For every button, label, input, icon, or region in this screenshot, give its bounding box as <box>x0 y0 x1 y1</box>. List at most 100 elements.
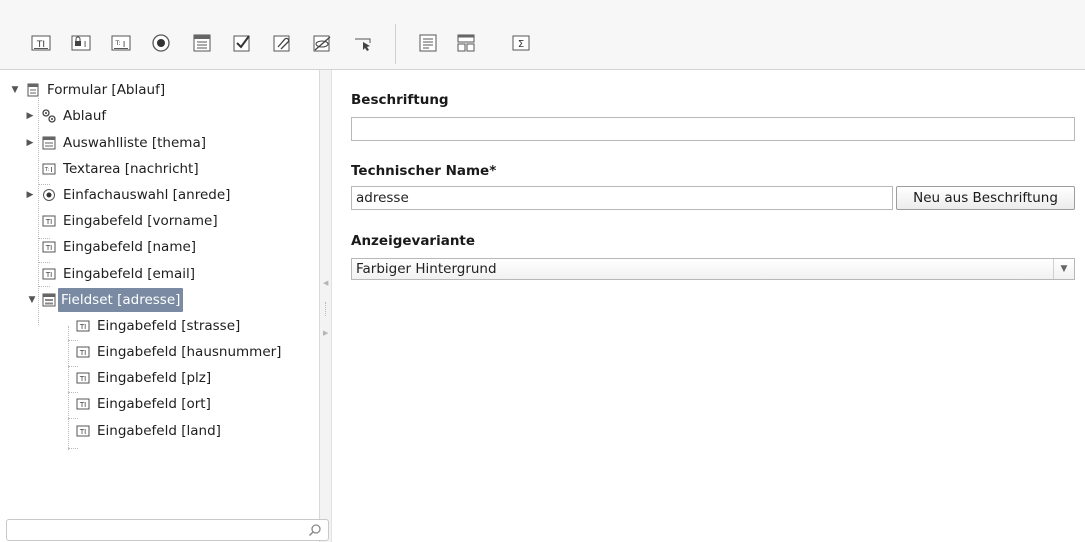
textarea-icon[interactable]: T: I <box>110 32 132 54</box>
expand-arrow-icon[interactable]: ▶ <box>25 131 35 155</box>
svg-text:TI: TI <box>45 244 52 252</box>
panel-splitter[interactable]: ◀ ▶ <box>320 70 332 542</box>
tree-item[interactable]: Eingabefeld [strasse] <box>94 314 243 338</box>
tree-item[interactable]: Eingabefeld [email] <box>60 262 198 286</box>
neu-aus-beschriftung-button[interactable]: Neu aus Beschriftung <box>896 186 1075 210</box>
textfield-icon: TI <box>76 397 90 411</box>
technischer-name-label: Technischer Name* <box>351 163 497 179</box>
radio-button-icon[interactable] <box>150 32 172 54</box>
svg-text:T:: T: <box>114 40 120 47</box>
tree-item-label: Eingabefeld [ort] <box>97 396 211 412</box>
tree-item[interactable]: Eingabefeld [plz] <box>94 366 214 390</box>
properties-panel: Beschriftung Technischer Name* adresse N… <box>333 70 1085 542</box>
tree-panel: ▼ Formular [Ablauf] ▶ Ablauf ▶ Auswahlli… <box>0 70 320 542</box>
collapse-right-icon[interactable]: ▶ <box>323 330 328 337</box>
tree-item-label: Auswahlliste [thema] <box>63 135 206 151</box>
svg-text:I: I <box>84 40 86 49</box>
svg-text:TI: TI <box>79 375 86 383</box>
svg-text:TI: TI <box>79 349 86 357</box>
search-icon[interactable] <box>308 523 322 537</box>
svg-text:I: I <box>123 40 125 49</box>
select-list-icon <box>42 136 56 150</box>
form-icon <box>26 83 40 97</box>
anzeigevariante-select[interactable]: Farbiger Hintergrund ▼ <box>351 258 1075 280</box>
workflow-icon <box>42 109 56 123</box>
tree-connector <box>68 448 78 449</box>
tree-item[interactable]: Eingabefeld [hausnummer] <box>94 340 284 364</box>
tree-item[interactable]: Formular [Ablauf] <box>44 78 168 102</box>
collapse-arrow-icon[interactable]: ▼ <box>27 288 37 312</box>
anzeigevariante-value: Farbiger Hintergrund <box>356 261 497 277</box>
password-field-icon[interactable]: I <box>70 32 92 54</box>
textfield-icon: TI <box>76 424 90 438</box>
svg-text:TI: TI <box>45 218 52 226</box>
tree-item[interactable]: Ablauf <box>60 104 109 128</box>
textfield-icon: TI <box>42 267 56 281</box>
textarea-icon: T: I <box>42 162 56 176</box>
tree-search-input[interactable] <box>6 519 329 541</box>
tree-connector <box>68 340 78 341</box>
collapse-arrow-icon[interactable]: ▼ <box>10 78 20 102</box>
attachment-icon[interactable] <box>271 32 293 54</box>
tree-item[interactable]: Eingabefeld [vorname] <box>60 209 221 233</box>
tree-item-selected[interactable]: Fieldset [adresse] <box>58 288 184 312</box>
beschriftung-label: Beschriftung <box>351 92 449 108</box>
tree-item-label: Ablauf <box>63 108 107 124</box>
tree-item-label: Eingabefeld [name] <box>63 239 197 255</box>
tree-connector <box>38 98 39 325</box>
fieldset-icon[interactable] <box>455 32 477 54</box>
tree-connector <box>68 366 78 367</box>
tree-item-label: Textarea [nachricht] <box>63 161 199 177</box>
splitter-grip[interactable] <box>325 302 328 316</box>
expand-arrow-icon[interactable]: ▶ <box>25 104 35 128</box>
textfield-icon: TI <box>42 214 56 228</box>
expand-arrow-icon[interactable]: ▶ <box>25 183 35 207</box>
radio-button-icon <box>42 188 56 202</box>
toolbar: TI I T: I Σ <box>0 0 1085 70</box>
tree-connector <box>68 418 78 419</box>
tree-connector <box>38 262 50 263</box>
chevron-down-icon[interactable]: ▼ <box>1053 259 1074 279</box>
tree-item-label: Eingabefeld [plz] <box>97 370 212 386</box>
sum-icon[interactable]: Σ <box>510 32 532 54</box>
tree-item[interactable]: Eingabefeld [land] <box>94 419 224 443</box>
toolbar-separator <box>395 24 396 64</box>
tree-item-label: Eingabefeld [email] <box>63 266 195 282</box>
svg-text:Σ: Σ <box>518 39 524 50</box>
tree-item[interactable]: Eingabefeld [ort] <box>94 392 214 416</box>
tree-item-label: Fieldset [adresse] <box>58 288 184 312</box>
tree-item-label: Eingabefeld [hausnummer] <box>97 344 282 360</box>
svg-text:TI: TI <box>45 271 52 279</box>
tree-connector <box>38 286 50 287</box>
hidden-field-icon[interactable] <box>311 32 333 54</box>
textfield-icon[interactable]: TI <box>30 32 52 54</box>
textfield-icon: TI <box>76 319 90 333</box>
tree-connector <box>38 238 50 239</box>
textfield-icon: TI <box>76 345 90 359</box>
tree-item[interactable]: Eingabefeld [name] <box>60 235 199 259</box>
tree-item[interactable]: Auswahlliste [thema] <box>60 131 209 155</box>
collapse-left-icon[interactable]: ◀ <box>323 280 328 287</box>
tree-connector <box>68 392 78 393</box>
submit-button-icon[interactable] <box>352 32 374 54</box>
tree-connector <box>68 326 69 450</box>
svg-text:TI: TI <box>79 428 86 436</box>
fieldset-icon <box>42 293 56 307</box>
tree-item[interactable]: Einfachauswahl [anrede] <box>60 183 233 207</box>
checkbox-icon[interactable] <box>231 32 253 54</box>
tree-item-label: Eingabefeld [strasse] <box>97 318 241 334</box>
tree-item-label: Formular [Ablauf] <box>47 82 166 98</box>
svg-text:TI: TI <box>79 401 86 409</box>
tree-item[interactable]: Textarea [nachricht] <box>60 157 202 181</box>
tree-item-label: Einfachauswahl [anrede] <box>63 187 231 203</box>
technischer-name-input[interactable]: adresse <box>351 186 893 210</box>
tree-connector <box>38 184 50 185</box>
svg-text:TI: TI <box>79 323 86 331</box>
svg-text:T:: T: <box>44 167 50 173</box>
beschriftung-input[interactable] <box>351 117 1075 141</box>
anzeigevariante-label: Anzeigevariante <box>351 233 476 249</box>
select-list-icon[interactable] <box>191 32 213 54</box>
tree-item-label: Eingabefeld [land] <box>97 423 221 439</box>
text-block-icon[interactable] <box>417 32 439 54</box>
svg-text:I: I <box>50 166 52 174</box>
